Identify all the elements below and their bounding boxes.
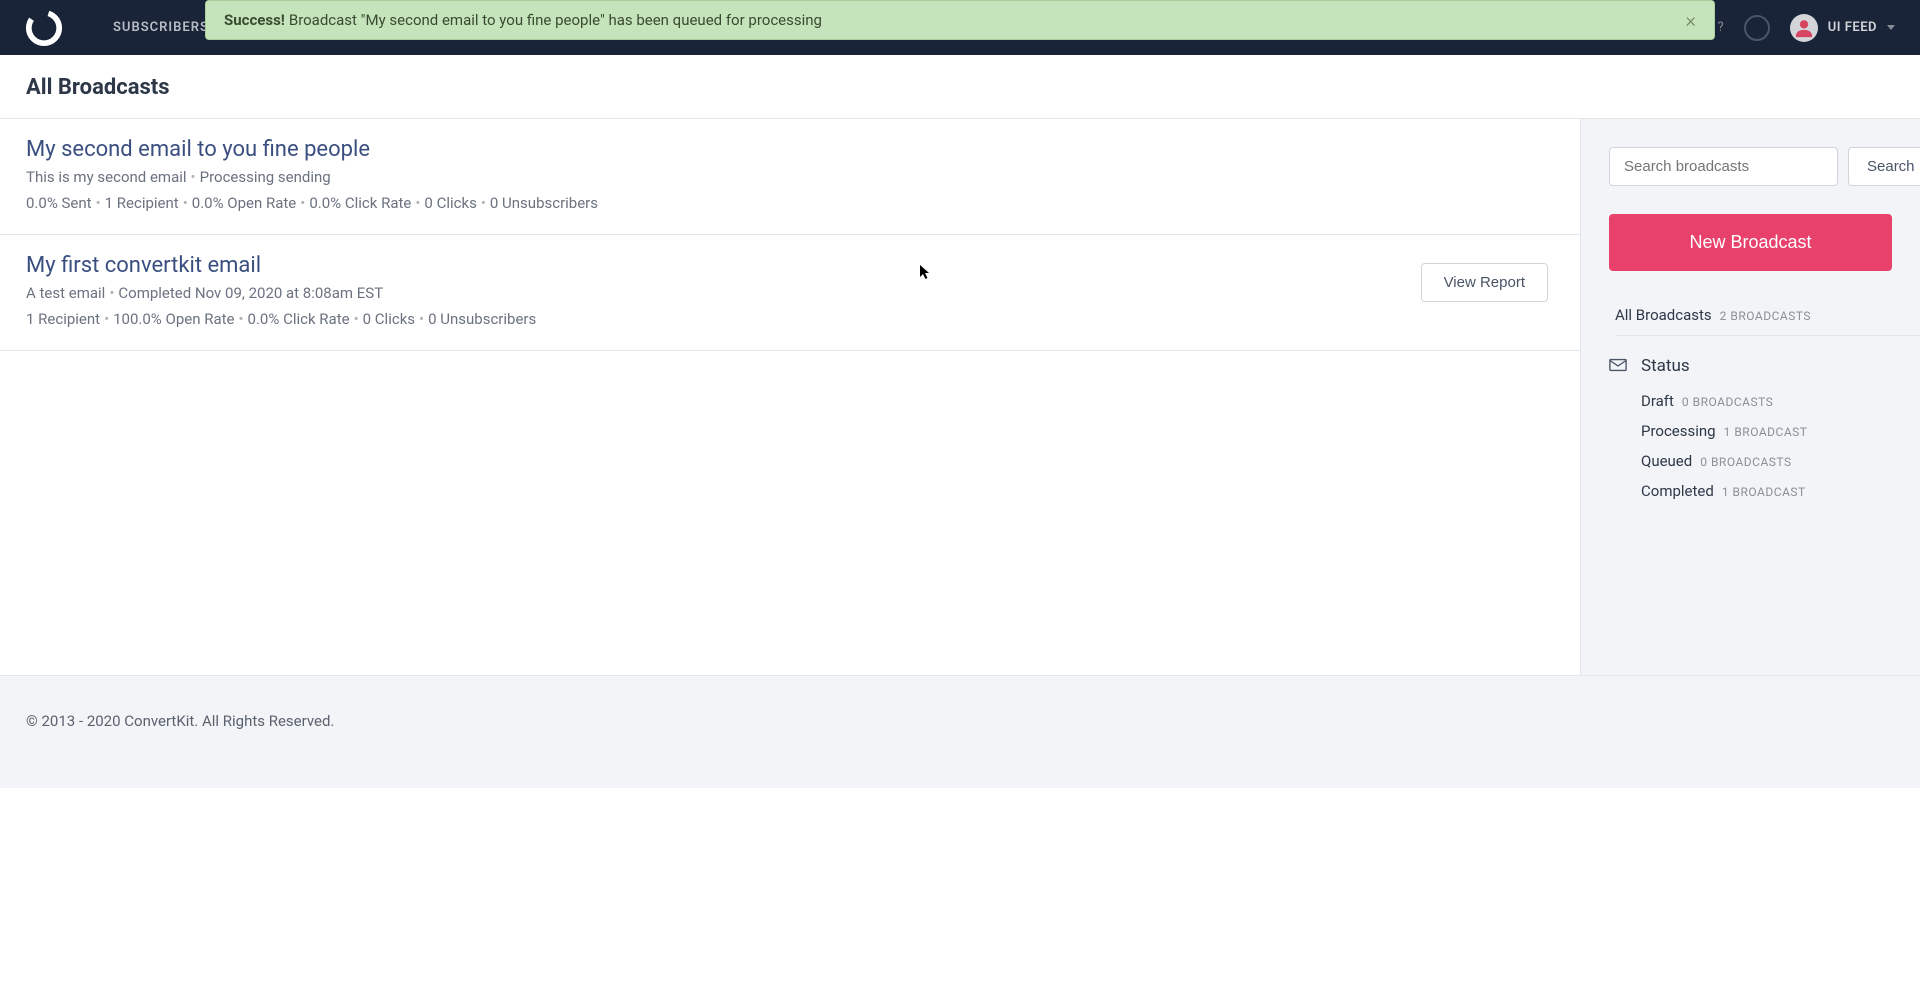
status-label: Draft — [1641, 392, 1674, 410]
search-row: Search — [1609, 147, 1892, 186]
status-header: Status — [1609, 356, 1892, 376]
filter-count: 2 BROADCASTS — [1720, 309, 1811, 323]
broadcast-item: My first convertkit email A test email•Co… — [0, 235, 1580, 351]
alert-strong: Success! — [224, 11, 285, 29]
broadcast-title[interactable]: My first convertkit email — [26, 253, 1554, 278]
status-header-label: Status — [1641, 356, 1690, 376]
status-list: Draft 0 BROADCASTS Processing 1 BROADCAST Qu… — [1609, 386, 1892, 506]
envelope-icon — [1609, 357, 1627, 376]
logo[interactable] — [25, 9, 63, 47]
search-icon[interactable] — [1744, 15, 1770, 41]
sidebar: Search New Broadcast All Broadcasts 2 BR… — [1580, 119, 1920, 675]
broadcast-item: My second email to you fine people This i… — [0, 119, 1580, 235]
user-name: UI FEED — [1828, 20, 1877, 35]
status-filter-draft[interactable]: Draft 0 BROADCASTS — [1609, 386, 1892, 416]
chevron-down-icon — [1887, 25, 1895, 30]
broadcast-stats: 1 Recipient•100.0% Open Rate•0.0% Click … — [26, 310, 1554, 328]
top-nav: Success! Broadcast "My second email to y… — [0, 0, 1920, 55]
close-icon[interactable]: × — [1686, 10, 1696, 30]
page-title: All Broadcasts — [26, 75, 1894, 100]
success-alert: Success! Broadcast "My second email to y… — [205, 0, 1715, 40]
filter-label: All Broadcasts — [1615, 306, 1712, 324]
status-filter-completed[interactable]: Completed 1 BROADCAST — [1609, 476, 1892, 506]
page-header: All Broadcasts — [0, 55, 1920, 118]
status-count: 0 BROADCASTS — [1682, 395, 1773, 409]
status-count: 0 BROADCASTS — [1700, 455, 1791, 469]
new-broadcast-button[interactable]: New Broadcast — [1609, 214, 1892, 271]
broadcast-title[interactable]: My second email to you fine people — [26, 137, 1554, 162]
search-input[interactable] — [1609, 147, 1838, 186]
broadcast-stats: 0.0% Sent•1 Recipient•0.0% Open Rate•0.0… — [26, 194, 1554, 212]
filter-all-broadcasts[interactable]: All Broadcasts 2 BROADCASTS — [1615, 295, 1920, 336]
broadcast-list: My second email to you fine people This i… — [0, 119, 1580, 675]
user-menu[interactable]: UI FEED — [1790, 14, 1895, 42]
avatar — [1790, 14, 1818, 42]
footer-text: © 2013 - 2020 ConvertKit. All Rights Res… — [26, 712, 334, 730]
footer: © 2013 - 2020 ConvertKit. All Rights Res… — [0, 675, 1920, 788]
status-label: Processing — [1641, 422, 1716, 440]
status-count: 1 BROADCAST — [1724, 425, 1808, 439]
status-count: 1 BROADCAST — [1722, 485, 1806, 499]
alert-message: Broadcast "My second email to you fine p… — [289, 11, 822, 29]
broadcast-meta: This is my second email•Processing sendi… — [26, 168, 1554, 186]
view-report-button[interactable]: View Report — [1421, 263, 1548, 302]
status-label: Queued — [1641, 452, 1692, 470]
nav-right: ? UI FEED — [1718, 14, 1895, 42]
nav-subscribers[interactable]: SUBSCRIBERS — [113, 20, 209, 35]
search-button[interactable]: Search — [1848, 147, 1920, 186]
broadcast-meta: A test email•Completed Nov 09, 2020 at 8… — [26, 284, 1554, 302]
layout: My second email to you fine people This i… — [0, 118, 1920, 675]
status-label: Completed — [1641, 482, 1714, 500]
status-filter-queued[interactable]: Queued 0 BROADCASTS — [1609, 446, 1892, 476]
help-icon[interactable]: ? — [1718, 20, 1724, 35]
status-filter-processing[interactable]: Processing 1 BROADCAST — [1609, 416, 1892, 446]
